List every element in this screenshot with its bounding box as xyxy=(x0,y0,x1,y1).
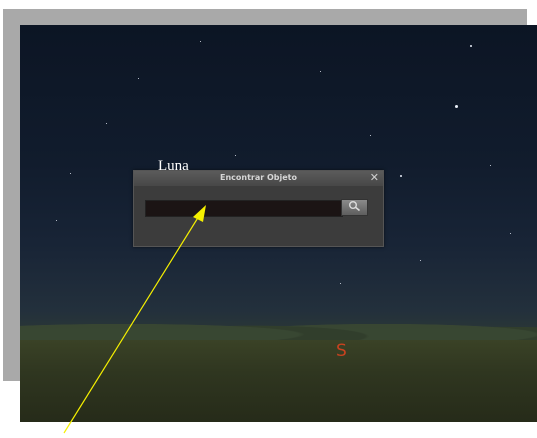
annotation-arrow xyxy=(63,205,206,434)
